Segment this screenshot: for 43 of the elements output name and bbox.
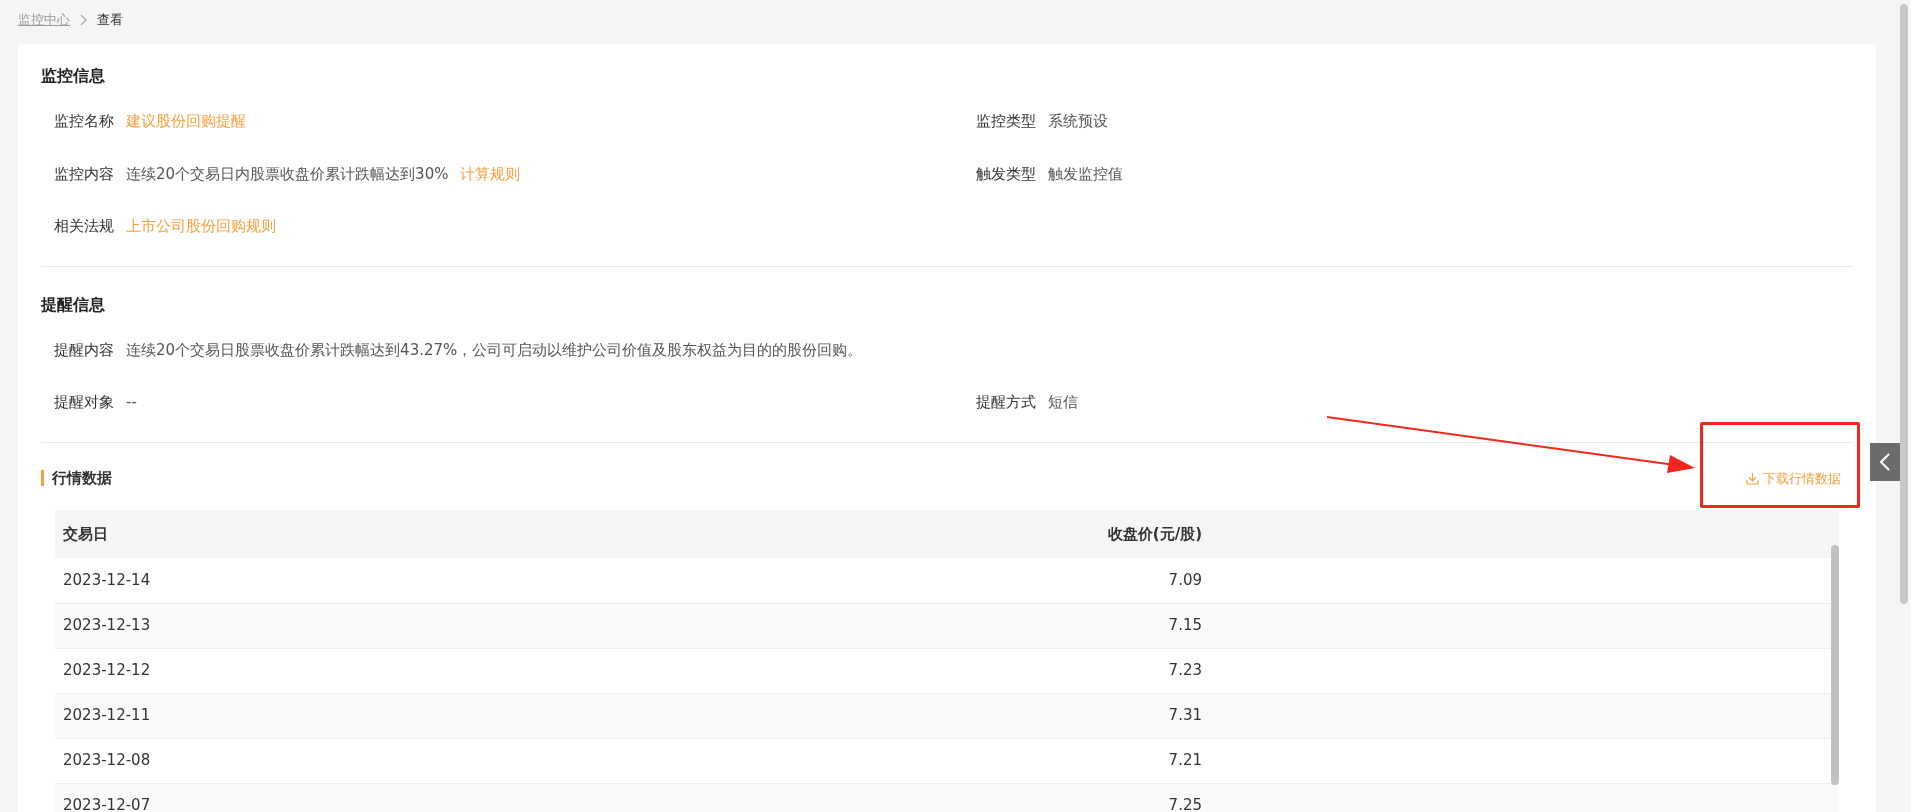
- table-cell: 7.21: [455, 738, 1210, 783]
- chevron-right-icon: [80, 14, 87, 26]
- field-value: 触发监控值: [1048, 163, 1123, 185]
- column-header: 交易日: [55, 510, 455, 558]
- breadcrumb-item[interactable]: 监控中心: [18, 10, 70, 30]
- table-cell: 2023-12-08: [55, 738, 455, 783]
- field-label: 监控名称: [54, 111, 114, 132]
- chevron-left-icon: [1879, 452, 1891, 472]
- page-scrollbar[interactable]: [1900, 4, 1908, 604]
- field-value: 系统预设: [1048, 111, 1108, 132]
- table-cell: 2023-12-11: [55, 693, 455, 738]
- field-label: 相关法规: [54, 216, 114, 237]
- table-cell: 7.25: [455, 783, 1210, 812]
- field-label: 监控类型: [976, 111, 1036, 132]
- field-label: 提醒对象: [54, 392, 114, 413]
- field-label: 提醒内容: [54, 339, 114, 361]
- download-button[interactable]: 下载行情数据: [1746, 468, 1841, 488]
- field-value: 短信: [1048, 392, 1078, 413]
- field-label: 提醒方式: [976, 392, 1036, 413]
- breadcrumb-item: 查看: [97, 11, 123, 30]
- table-cell: 7.31: [455, 693, 1210, 738]
- field-link[interactable]: 建议股份回购提醒: [126, 110, 246, 133]
- field-value: --: [126, 392, 137, 413]
- table-cell: 7.09: [455, 558, 1210, 603]
- field-label: 触发类型: [976, 163, 1036, 185]
- column-header: 收盘价(元/股): [455, 510, 1210, 558]
- table-cell: 7.15: [455, 603, 1210, 648]
- section-title: 监控信息: [41, 65, 106, 87]
- table-cell: 2023-12-07: [55, 783, 455, 812]
- section-title: 提醒信息: [41, 293, 106, 316]
- field-link[interactable]: 上市公司股份回购规则: [126, 215, 276, 238]
- field-value: 连续20个交易日股票收盘价累计跌幅达到43.27%，公司可启动以维护公司价值及股东权益为目的的股份回购。: [126, 339, 863, 361]
- table-cell: 7.23: [455, 648, 1210, 693]
- table-cell: 2023-12-13: [55, 603, 455, 648]
- table-cell: 2023-12-14: [55, 558, 455, 603]
- field-value: 连续20个交易日内股票收盘价累计跌幅达到30%: [126, 163, 449, 185]
- rule-link[interactable]: 计算规则: [460, 162, 521, 185]
- collapse-tab[interactable]: [1870, 443, 1900, 481]
- table-cell: 2023-12-12: [55, 648, 455, 693]
- download-icon: [1746, 471, 1759, 485]
- table-scrollbar[interactable]: [1831, 545, 1839, 785]
- section-title: 行情数据: [41, 470, 112, 487]
- field-label: 监控内容: [54, 163, 114, 185]
